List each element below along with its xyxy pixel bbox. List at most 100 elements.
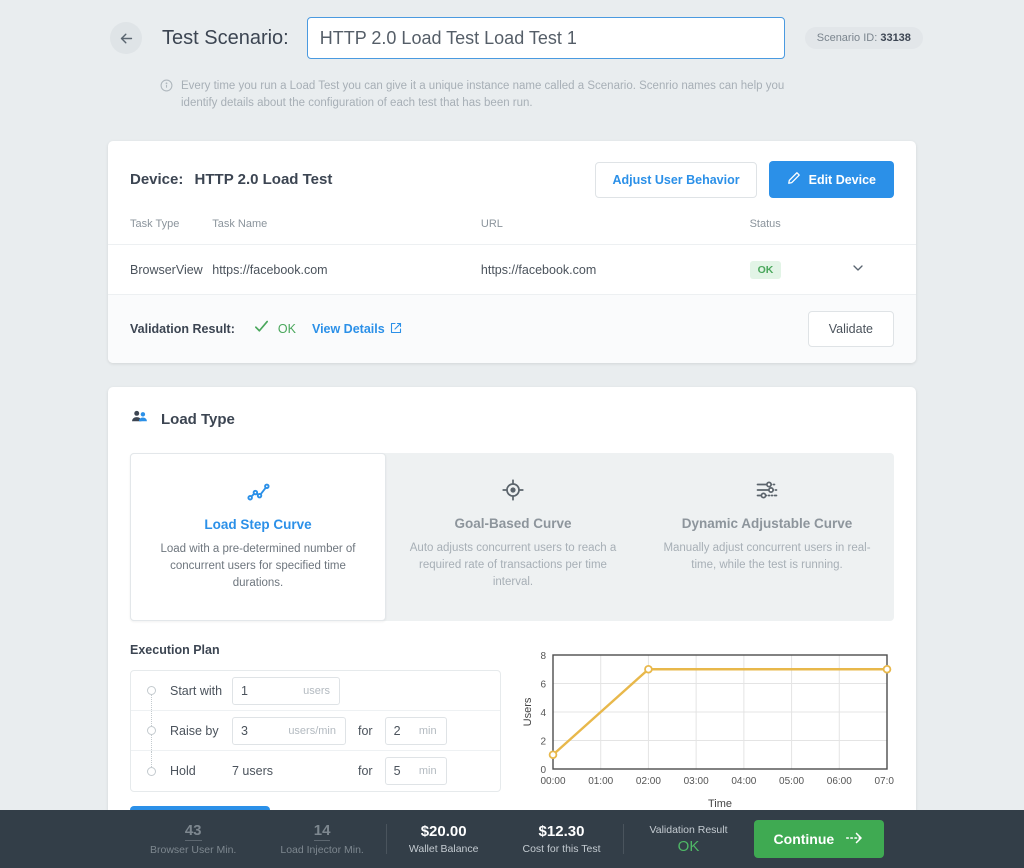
edit-device-button[interactable]: Edit Device bbox=[769, 161, 894, 198]
hint-text: Every time you run a Load Test you can g… bbox=[181, 78, 811, 112]
scenario-name-input[interactable] bbox=[307, 17, 785, 59]
validation-result-label: Validation Result: bbox=[130, 322, 235, 336]
hint-row: Every time you run a Load Test you can g… bbox=[0, 78, 1024, 112]
load-type-option-desc: Load with a pre-determined number of con… bbox=[149, 541, 367, 592]
load-type-option-goal-based-curve[interactable]: Goal-Based Curve Auto adjusts concurrent… bbox=[386, 453, 640, 621]
cell-status: OK bbox=[750, 245, 850, 295]
table-row[interactable]: BrowserView https://facebook.com https:/… bbox=[108, 245, 916, 295]
edit-device-label: Edit Device bbox=[809, 173, 876, 187]
svg-text:0: 0 bbox=[540, 765, 546, 776]
load-type-card: Load Type Load Step Curve Load with a pr… bbox=[108, 387, 916, 868]
svg-text:07:00: 07:00 bbox=[874, 776, 894, 787]
svg-text:6: 6 bbox=[540, 680, 546, 691]
status-badge: OK bbox=[750, 261, 782, 279]
svg-text:06:00: 06:00 bbox=[827, 776, 852, 787]
load-type-option-title: Goal-Based Curve bbox=[404, 516, 622, 531]
scenario-id-label: Scenario ID: bbox=[817, 32, 878, 44]
task-table-body: BrowserView https://facebook.com https:/… bbox=[108, 245, 916, 295]
page-header: Test Scenario: Scenario ID: 33138 Every … bbox=[0, 0, 1024, 112]
plan-row-label: Hold bbox=[170, 764, 232, 778]
external-link-icon bbox=[390, 322, 402, 337]
view-details-label: View Details bbox=[312, 322, 385, 336]
raise-rate-input[interactable]: 3 users/min bbox=[232, 717, 346, 745]
footer-browser-user-min-label: Browser User Min. bbox=[150, 844, 236, 856]
hold-duration-unit: min bbox=[419, 765, 446, 777]
task-table-header-row: Task Type Task Name URL Status bbox=[108, 212, 916, 245]
footer-cost-label: Cost for this Test bbox=[522, 843, 600, 855]
cell-task-name: https://facebook.com bbox=[212, 245, 481, 295]
footer-wallet-balance: $20.00 Wallet Balance bbox=[387, 823, 501, 855]
task-table-head: Task Type Task Name URL Status bbox=[108, 212, 916, 245]
footer-load-injector-min-value: 14 bbox=[314, 822, 331, 841]
validate-button[interactable]: Validate bbox=[808, 311, 894, 347]
chevron-down-icon[interactable] bbox=[850, 265, 866, 279]
load-type-option-title: Load Step Curve bbox=[149, 517, 367, 532]
hold-duration-value: 5 bbox=[386, 764, 412, 778]
device-actions: Adjust User Behavior Edit Device bbox=[595, 161, 894, 198]
continue-label: Continue bbox=[774, 831, 835, 847]
load-type-option-load-step-curve[interactable]: Load Step Curve Load with a pre-determin… bbox=[130, 453, 386, 621]
hold-duration-input[interactable]: 5 min bbox=[385, 757, 447, 785]
raise-rate-unit: users/min bbox=[288, 725, 345, 737]
footer-cost-for-test: $12.30 Cost for this Test bbox=[500, 823, 622, 855]
plan-node-icon bbox=[147, 686, 156, 695]
footer-load-injector-min: 14 Load Injector Min. bbox=[258, 822, 385, 856]
plan-for-label: for bbox=[358, 724, 373, 738]
load-type-title: Load Type bbox=[161, 411, 235, 428]
load-type-option-desc: Auto adjusts concurrent users to reach a… bbox=[404, 540, 622, 591]
svg-text:03:00: 03:00 bbox=[684, 776, 709, 787]
device-card: Device: HTTP 2.0 Load Test Adjust User B… bbox=[108, 141, 916, 363]
footer-load-injector-min-label: Load Injector Min. bbox=[280, 844, 363, 856]
footer-browser-user-min: 43 Browser User Min. bbox=[128, 822, 258, 856]
svg-text:04:00: 04:00 bbox=[731, 776, 756, 787]
continue-button[interactable]: Continue bbox=[754, 820, 885, 858]
scenario-id-badge: Scenario ID: 33138 bbox=[805, 27, 923, 49]
svg-text:01:00: 01:00 bbox=[588, 776, 613, 787]
task-table: Task Type Task Name URL Status BrowserVi… bbox=[108, 212, 916, 294]
svg-text:00:00: 00:00 bbox=[540, 776, 565, 787]
svg-text:Users: Users bbox=[522, 697, 534, 726]
svg-text:Time: Time bbox=[708, 798, 732, 810]
adjust-user-behavior-button[interactable]: Adjust User Behavior bbox=[595, 162, 756, 198]
footer-wallet-balance-label: Wallet Balance bbox=[409, 843, 479, 855]
line-chart-icon bbox=[149, 478, 367, 504]
plan-row-hold: Hold 7 users for 5 min bbox=[131, 751, 500, 791]
load-type-options: Load Step Curve Load with a pre-determin… bbox=[130, 453, 894, 621]
svg-text:2: 2 bbox=[540, 737, 546, 748]
load-type-option-title: Dynamic Adjustable Curve bbox=[658, 516, 876, 531]
hold-users-value: 7 users bbox=[232, 764, 346, 778]
view-details-link[interactable]: View Details bbox=[312, 322, 402, 337]
device-label: Device: bbox=[130, 171, 183, 188]
plan-node-icon bbox=[147, 767, 156, 776]
info-icon bbox=[160, 79, 173, 112]
raise-duration-value: 2 bbox=[386, 724, 412, 738]
start-users-unit: users bbox=[303, 685, 339, 697]
column-status: Status bbox=[750, 212, 850, 245]
start-users-input[interactable]: 1 users bbox=[232, 677, 340, 705]
plan-row-label: Start with bbox=[170, 684, 232, 698]
plan-row-label: Raise by bbox=[170, 724, 232, 738]
svg-text:02:00: 02:00 bbox=[636, 776, 661, 787]
column-url: URL bbox=[481, 212, 750, 245]
back-button[interactable] bbox=[110, 22, 142, 54]
raise-duration-input[interactable]: 2 min bbox=[385, 717, 447, 745]
footer-bar: 43 Browser User Min. 14 Load Injector Mi… bbox=[0, 810, 1024, 868]
plan-row-raise-by: Raise by 3 users/min for 2 min bbox=[131, 711, 500, 751]
execution-plan-box: Start with 1 users Raise by 3 users/min … bbox=[130, 670, 501, 792]
cell-expand bbox=[850, 245, 916, 295]
header-row: Test Scenario: Scenario ID: 33138 bbox=[0, 14, 1024, 62]
users-icon bbox=[130, 407, 149, 431]
footer-wallet-balance-value: $20.00 bbox=[409, 823, 479, 840]
device-header: Device: HTTP 2.0 Load Test Adjust User B… bbox=[108, 141, 916, 212]
svg-text:4: 4 bbox=[540, 708, 546, 719]
target-icon bbox=[404, 477, 622, 503]
plan-for-label: for bbox=[358, 764, 373, 778]
cell-url: https://facebook.com bbox=[481, 245, 750, 295]
column-task-type: Task Type bbox=[108, 212, 212, 245]
load-type-option-dynamic-adjustable-curve[interactable]: Dynamic Adjustable Curve Manually adjust… bbox=[640, 453, 894, 621]
footer-validation-result: Validation Result OK bbox=[624, 824, 754, 855]
execution-plan-title: Execution Plan bbox=[130, 643, 501, 657]
page-title: Test Scenario: bbox=[162, 27, 289, 50]
scenario-id-value: 33138 bbox=[880, 32, 911, 44]
raise-rate-value: 3 bbox=[233, 724, 259, 738]
